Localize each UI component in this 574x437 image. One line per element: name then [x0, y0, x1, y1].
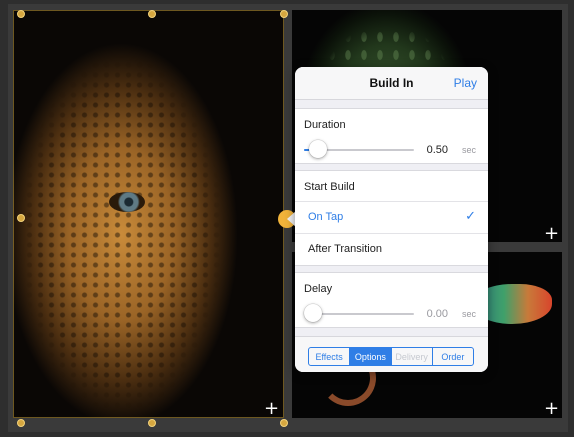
tab-delivery[interactable]: Delivery	[390, 348, 432, 365]
resize-handle-top-left[interactable]	[17, 10, 25, 18]
duration-label: Duration	[304, 119, 346, 131]
option-on-tap-label: On Tap	[308, 211, 344, 223]
play-button[interactable]: Play	[454, 76, 477, 90]
build-in-popover: Build In Play Duration 0.50 sec Start Bu…	[295, 67, 488, 372]
resize-handle-top-right[interactable]	[280, 10, 288, 18]
delay-section: Delay 0.00 sec	[295, 272, 488, 328]
duration-slider-row: 0.50 sec	[295, 135, 488, 163]
build-tabs: Effects Options Delivery Order	[308, 347, 474, 366]
duration-value: 0.50	[426, 144, 448, 156]
resize-handle-bottom-left[interactable]	[17, 419, 25, 427]
delay-slider-row: 0.00 sec	[295, 299, 488, 327]
duration-slider-thumb[interactable]	[308, 140, 327, 158]
popover-header: Build In Play	[295, 67, 488, 100]
plus-icon[interactable]: +	[544, 400, 559, 418]
delay-unit: sec	[461, 309, 476, 319]
selection-border	[13, 10, 284, 418]
delay-label: Delay	[304, 283, 333, 295]
resize-handle-top[interactable]	[148, 10, 156, 18]
option-after-transition-label: After Transition	[308, 243, 382, 255]
option-on-tap[interactable]: On Tap ✓	[295, 201, 488, 233]
tab-order[interactable]: Order	[431, 348, 473, 365]
start-build-section: Start Build On Tap ✓ After Transition	[295, 170, 488, 266]
resize-handle-left[interactable]	[17, 214, 25, 222]
start-build-label: Start Build	[304, 181, 355, 193]
resize-handle-bottom-right[interactable]	[280, 419, 288, 427]
tab-effects[interactable]: Effects	[309, 348, 349, 365]
tab-options[interactable]: Options	[349, 348, 391, 365]
duration-unit: sec	[461, 145, 476, 155]
plus-icon[interactable]: +	[264, 400, 279, 418]
duration-section: Duration 0.50 sec	[295, 108, 488, 164]
segmented-control-bar: Effects Options Delivery Order	[295, 336, 488, 372]
checkmark-icon: ✓	[465, 209, 476, 224]
resize-handle-bottom[interactable]	[148, 419, 156, 427]
delay-slider-thumb[interactable]	[304, 304, 322, 322]
plus-icon[interactable]: +	[544, 225, 559, 243]
option-after-transition[interactable]: After Transition	[295, 233, 488, 265]
delay-value: 0.00	[426, 308, 448, 320]
